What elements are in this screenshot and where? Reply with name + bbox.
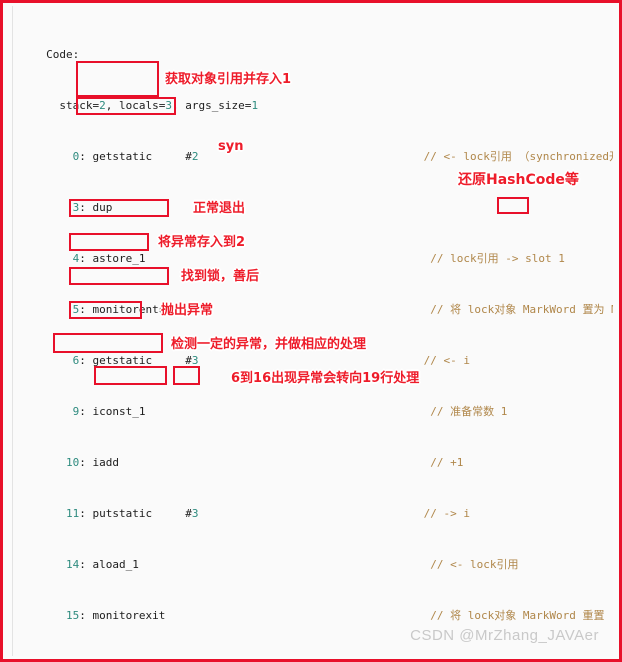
code-line-insn-10: 10: iadd // +1 [65,456,464,469]
anno-range-jump: 6到16出现异常会转向19行处理 [231,371,420,386]
code-pane: Code: stack=2, locals=3, args_size=1 0: … [12,6,613,656]
code-line-insn-14: 14: aload_1 // <- lock引用 [65,558,519,571]
code-line-insn-15: 15: monitorexit // 将 lock对象 MarkWord 重置 … [65,609,605,622]
code-line-insn-9: 9: iconst_1 // 准备常数 1 [72,405,508,418]
anno-found-lock: 找到锁，善后 [181,269,260,284]
anno-normal-exit: 正常退出 [193,201,246,216]
code-line-insn-0: 0: getstatic #2 // <- lock引用 （synchroniz… [72,150,613,163]
screenshot-frame: Code: stack=2, locals=3, args_size=1 0: … [0,0,622,662]
anno-acquire-ref: 获取对象引用并存入1 [165,72,292,87]
code-line-insn-3: 3: dup [72,201,113,214]
anno-detect-exc: 检测一定的异常，并做相应的处理 [171,337,367,352]
code-line-stack: stack=2, locals=3, args_size=1 [13,99,259,112]
anno-store-exc: 将异常存入到2 [158,235,246,250]
code-line-insn-5: 5: monitorenter // 将 lock对象 MarkWord 置为 … [72,303,613,316]
code-line-insn-4: 4: astore_1 // lock引用 -> slot 1 [72,252,565,265]
code-line-code-header: Code: [13,48,80,61]
anno-throw-exc: 抛出异常 [161,303,214,318]
code-line-insn-11: 11: putstatic #3 // -> i [65,507,470,520]
anno-syn: syn [218,139,244,154]
anno-restore-hash: 还原HashCode等 [458,172,579,188]
watermark: CSDN @MrZhang_JAVAer [410,627,599,644]
